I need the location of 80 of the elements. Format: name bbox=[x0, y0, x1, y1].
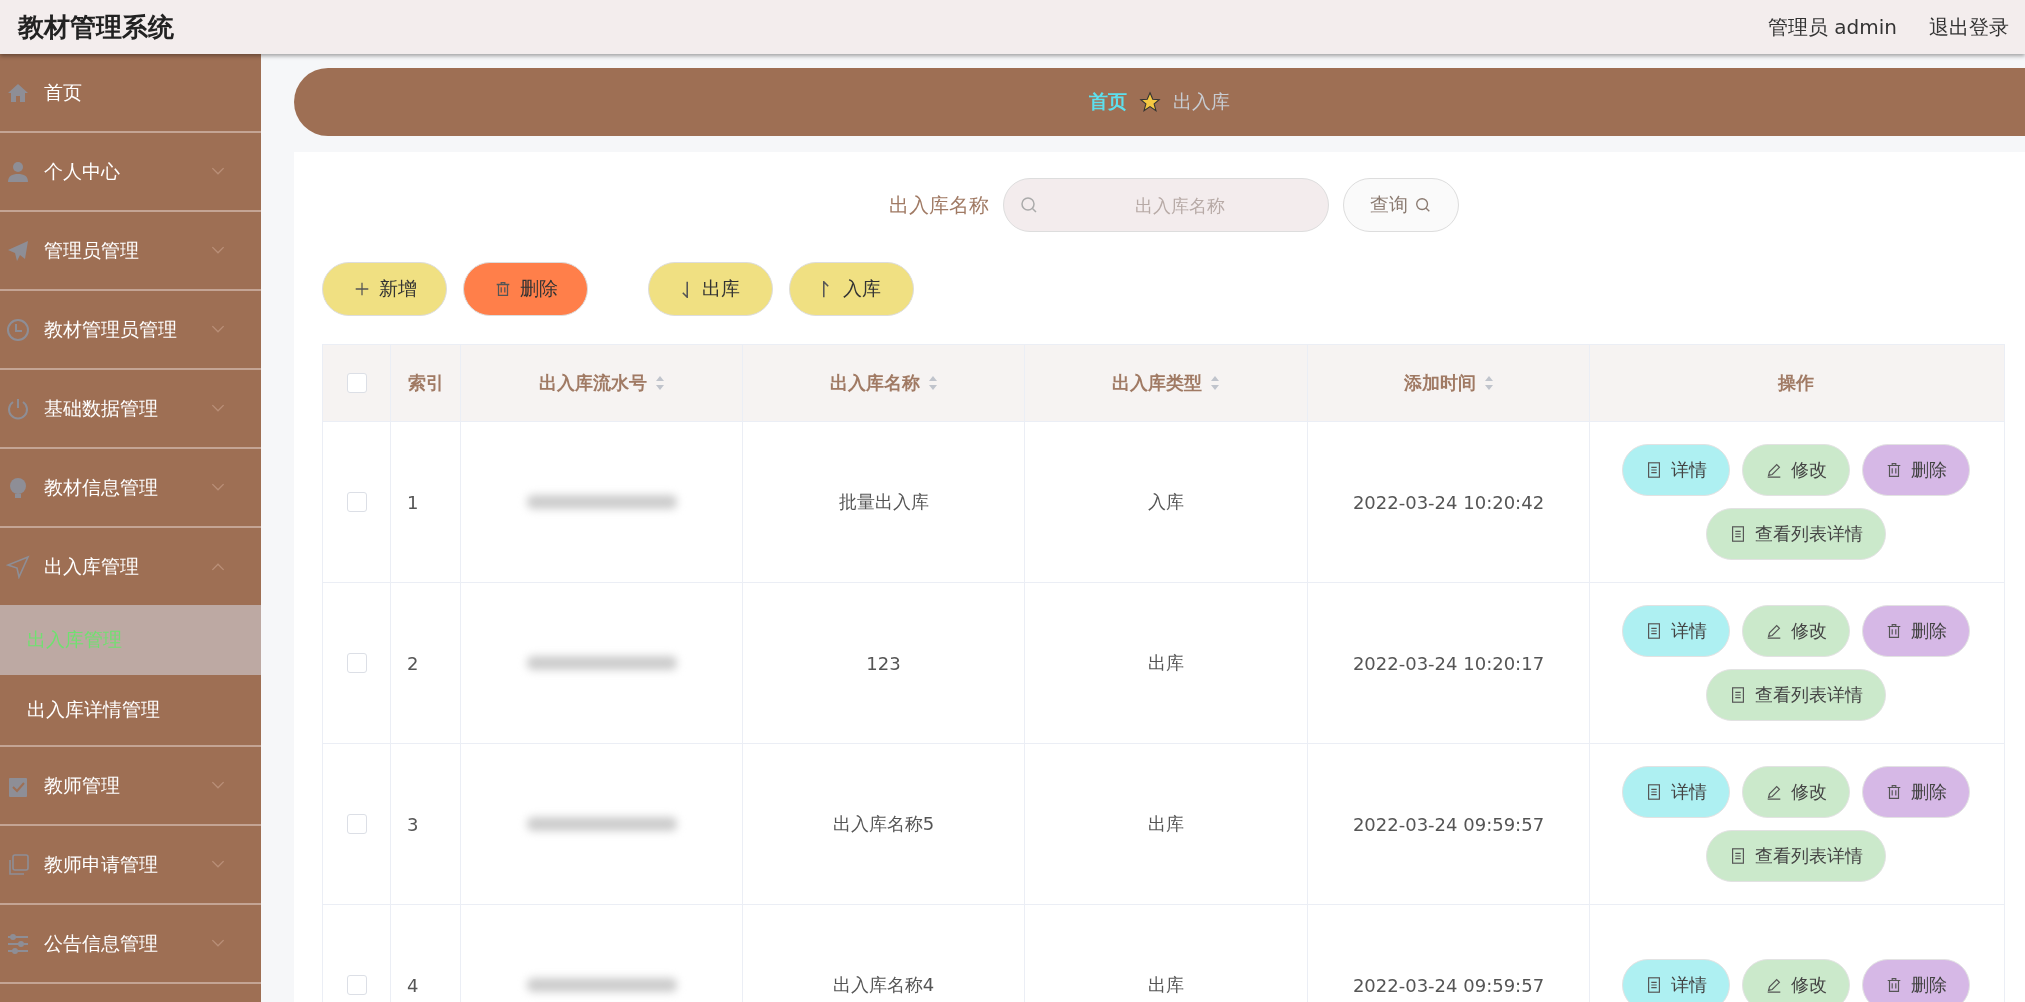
sidebar-item[interactable]: 出入库管理 bbox=[0, 528, 261, 605]
navigation-arrow-icon bbox=[6, 554, 30, 579]
list-button[interactable]: 查看列表详情 bbox=[1706, 830, 1886, 882]
detail-button[interactable]: 详情 bbox=[1622, 605, 1730, 657]
user-icon bbox=[6, 159, 30, 184]
column-header[interactable]: 出入库名称 bbox=[743, 345, 1025, 421]
table-cell: 入库 bbox=[1148, 490, 1184, 514]
search-label: 出入库名称 bbox=[888, 191, 989, 219]
document-icon bbox=[1729, 686, 1747, 704]
sliders-icon bbox=[6, 931, 30, 956]
detail-button[interactable]: 详情 bbox=[1622, 766, 1730, 818]
search-field[interactable]: 出入库名称 bbox=[1002, 178, 1329, 232]
search-icon bbox=[1018, 195, 1039, 215]
power-icon bbox=[6, 396, 30, 421]
column-header[interactable]: 索引 bbox=[391, 345, 461, 421]
table-cell: 出库 bbox=[1148, 651, 1184, 675]
trash-icon bbox=[1885, 461, 1903, 479]
delete-button[interactable]: 删除 bbox=[463, 262, 588, 316]
table-cell: 出入库名称4 bbox=[832, 973, 935, 997]
edit-button[interactable]: 修改 bbox=[1742, 444, 1850, 496]
delete-button[interactable]: 删除 bbox=[1862, 444, 1970, 496]
detail-button[interactable]: 详情 bbox=[1622, 444, 1730, 496]
out-button[interactable]: 出库 bbox=[648, 262, 773, 316]
table-cell: 2 bbox=[407, 652, 419, 674]
add-button[interactable]: 新增 bbox=[322, 262, 447, 316]
column-header[interactable]: 添加时间 bbox=[1308, 345, 1590, 421]
table-cell: 出入库名称5 bbox=[832, 812, 935, 836]
table-cell: 出库 bbox=[1148, 812, 1184, 836]
paper-plane-icon bbox=[6, 238, 30, 263]
in-button[interactable]: 入库 bbox=[789, 262, 914, 316]
search-icon bbox=[1413, 196, 1432, 214]
star-icon bbox=[1139, 91, 1161, 113]
pencil-icon bbox=[1765, 622, 1783, 640]
pencil-icon bbox=[1765, 976, 1783, 994]
row-checkbox[interactable] bbox=[346, 814, 367, 834]
delete-button[interactable]: 删除 bbox=[1862, 959, 1970, 1002]
edit-button[interactable]: 修改 bbox=[1742, 605, 1850, 657]
table-cell: 2022-03-24 10:20:42 bbox=[1352, 491, 1545, 513]
row-checkbox[interactable] bbox=[346, 975, 367, 995]
list-button[interactable]: 查看列表详情 bbox=[1706, 508, 1886, 560]
table-cell: 出库 bbox=[1148, 973, 1184, 997]
pencil-icon bbox=[1765, 783, 1783, 801]
document-icon bbox=[1645, 461, 1663, 479]
trash-icon bbox=[1885, 783, 1903, 801]
table-cell: 2022-03-24 09:59:57 bbox=[1352, 974, 1545, 996]
search-button[interactable]: 查询 bbox=[1342, 178, 1459, 232]
document-icon bbox=[1645, 976, 1663, 994]
list-button[interactable]: 查看列表详情 bbox=[1706, 669, 1886, 721]
table-cell: 1 bbox=[407, 491, 419, 513]
edit-button[interactable]: 修改 bbox=[1742, 766, 1850, 818]
table-cell: 3 bbox=[407, 813, 419, 835]
breadcrumb-home[interactable]: 首页 bbox=[1089, 89, 1127, 115]
table-cell: 123 bbox=[866, 652, 901, 674]
delete-button[interactable]: 删除 bbox=[1862, 766, 1970, 818]
column-header[interactable]: 出入库类型 bbox=[1025, 345, 1308, 421]
column-header[interactable]: 出入库流水号 bbox=[461, 345, 743, 421]
delete-button[interactable]: 删除 bbox=[1862, 605, 1970, 657]
table-cell: 2022-03-24 10:20:17 bbox=[1352, 652, 1545, 674]
clock-icon bbox=[6, 317, 30, 342]
logout-link[interactable]: 退出登录 bbox=[1929, 13, 2009, 41]
table-cell: 批量出入库 bbox=[838, 490, 929, 514]
app-title: 教材管理系统 bbox=[18, 10, 174, 44]
trash-icon bbox=[1885, 976, 1903, 994]
column-header[interactable]: 操作 bbox=[1590, 345, 2002, 421]
document-icon bbox=[1645, 783, 1663, 801]
table-cell: 2022-03-24 09:59:57 bbox=[1352, 813, 1545, 835]
row-checkbox[interactable] bbox=[346, 653, 367, 673]
document-icon bbox=[1729, 847, 1747, 865]
edit-button[interactable]: 修改 bbox=[1742, 959, 1850, 1002]
trash-icon bbox=[1885, 622, 1903, 640]
document-icon bbox=[1729, 525, 1747, 543]
user-label: 管理员 admin bbox=[1767, 13, 1897, 41]
table-cell: 4 bbox=[407, 974, 419, 996]
select-all-checkbox[interactable] bbox=[346, 373, 367, 393]
copy-icon bbox=[6, 852, 30, 877]
row-checkbox[interactable] bbox=[346, 492, 367, 512]
detail-button[interactable]: 详情 bbox=[1622, 959, 1730, 1002]
breadcrumb-current: 出入库 bbox=[1173, 89, 1230, 114]
document-icon bbox=[1645, 622, 1663, 640]
pencil-icon bbox=[1765, 461, 1783, 479]
